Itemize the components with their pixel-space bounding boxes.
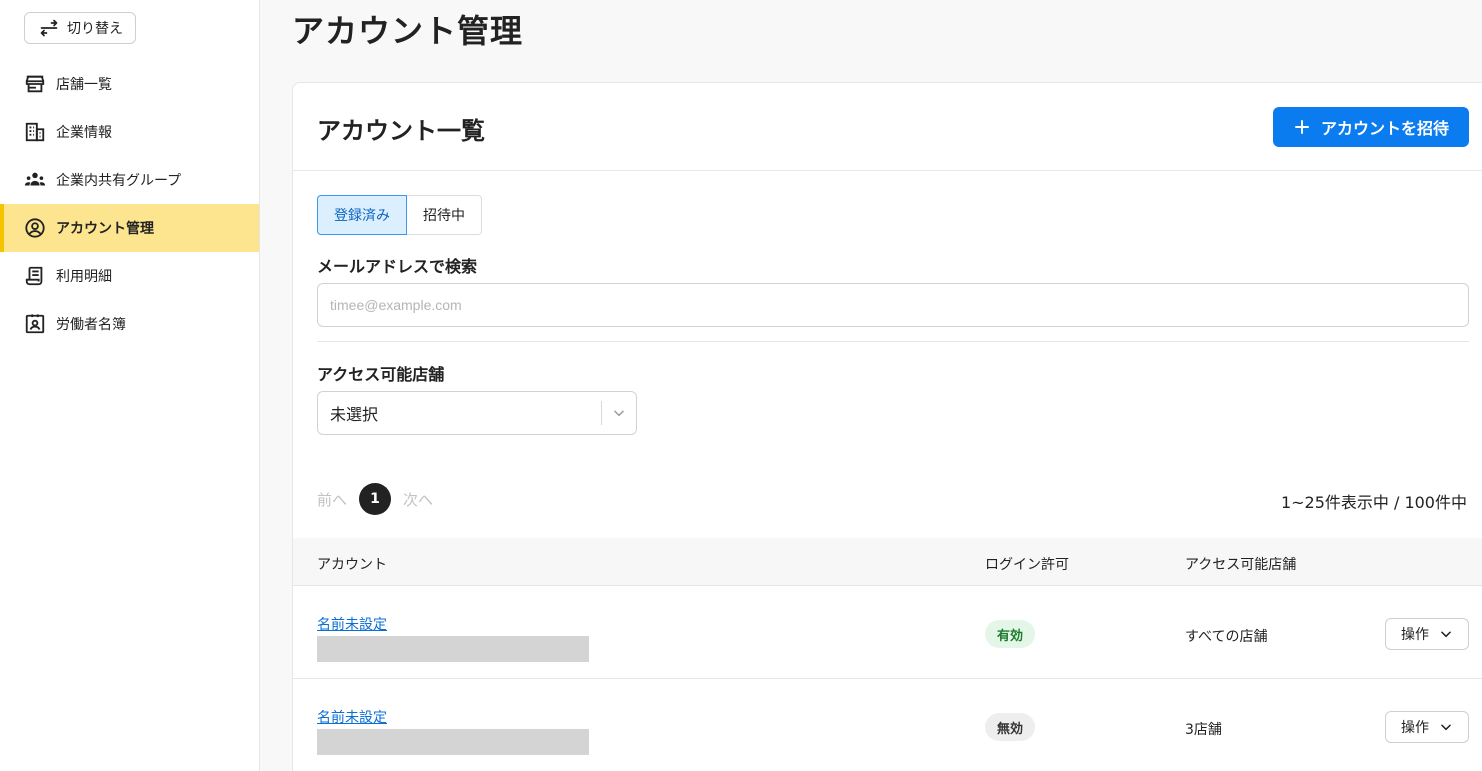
access-stores: すべての店舗 xyxy=(1185,629,1268,645)
group-icon xyxy=(24,172,46,186)
store-filter-label: アクセス可能店舗 xyxy=(317,365,445,384)
next-page-button[interactable]: 次へ xyxy=(403,489,433,510)
account-circle-icon xyxy=(25,218,45,238)
sidebar-item-worker-register[interactable]: 労働者名簿 xyxy=(0,300,259,348)
sidebar: 切り替え 店舗一覧 企業情報 企業内共有グループ アカウント管理 利用明細 労働… xyxy=(0,0,260,771)
sidebar-item-label: アカウント管理 xyxy=(56,221,154,237)
sidebar-item-billing[interactable]: 利用明細 xyxy=(0,252,259,300)
invite-account-button[interactable]: アカウントを招待 xyxy=(1273,107,1469,147)
divider xyxy=(317,341,1469,342)
sidebar-item-account-management[interactable]: アカウント管理 xyxy=(0,204,259,252)
actions-dropdown-button[interactable]: 操作 xyxy=(1385,711,1469,743)
access-stores: 3店舗 xyxy=(1185,722,1222,738)
prev-page-button[interactable]: 前へ xyxy=(317,489,347,510)
sidebar-item-store-list[interactable]: 店舗一覧 xyxy=(0,60,259,108)
store-filter-value: 未選択 xyxy=(330,405,379,424)
tab-registered[interactable]: 登録済み xyxy=(317,195,407,235)
sidebar-item-label: 企業情報 xyxy=(56,125,112,141)
redacted-email xyxy=(317,729,589,755)
contact-card-icon xyxy=(25,314,45,334)
sidebar-item-label: 企業内共有グループ xyxy=(56,173,182,189)
column-header-login: ログイン許可 xyxy=(985,557,1069,573)
actions-dropdown-button[interactable]: 操作 xyxy=(1385,618,1469,650)
sidebar-item-label: 労働者名簿 xyxy=(56,317,126,333)
table-row: 名前未設定 無効 3店舗 操作 xyxy=(293,679,1482,771)
pagination: 前へ 1 次へ xyxy=(317,483,433,515)
receipt-icon xyxy=(25,266,43,286)
sidebar-item-shared-groups[interactable]: 企業内共有グループ xyxy=(0,156,259,204)
actions-label: 操作 xyxy=(1401,627,1429,643)
redacted-email xyxy=(317,636,589,662)
store-icon xyxy=(25,75,45,93)
column-header-account: アカウント xyxy=(317,557,387,573)
swap-arrows-icon xyxy=(40,19,58,37)
switch-button[interactable]: 切り替え xyxy=(24,12,136,44)
result-count: 1~25件表示中 / 100件中 xyxy=(1280,493,1467,512)
chevron-down-icon xyxy=(1441,724,1451,731)
store-filter-select[interactable]: 未選択 xyxy=(317,391,637,435)
sidebar-item-label: 利用明細 xyxy=(56,269,112,285)
account-name-link[interactable]: 名前未設定 xyxy=(317,707,387,727)
page-number-current[interactable]: 1 xyxy=(359,483,392,515)
card-title: アカウント一覧 xyxy=(317,117,485,145)
sidebar-item-company-info[interactable]: 企業情報 xyxy=(0,108,259,156)
table-header: アカウント ログイン許可 アクセス可能店舗 xyxy=(293,538,1482,586)
table-row: 名前未設定 有効 すべての店舗 操作 xyxy=(293,586,1482,679)
sidebar-nav: 店舗一覧 企業情報 企業内共有グループ アカウント管理 利用明細 労働者名簿 xyxy=(0,60,259,348)
account-name-link[interactable]: 名前未設定 xyxy=(317,614,387,634)
card-header: アカウント一覧 アカウントを招待 xyxy=(293,83,1482,171)
plus-icon xyxy=(1295,120,1309,134)
actions-label: 操作 xyxy=(1401,720,1429,736)
status-tabs: 登録済み 招待中 xyxy=(317,195,482,235)
search-label: メールアドレスで検索 xyxy=(317,257,478,276)
status-badge: 無効 xyxy=(985,713,1036,741)
invite-label: アカウントを招待 xyxy=(1320,119,1449,138)
account-list-card: アカウント一覧 アカウントを招待 登録済み 招待中 メールアドレスで検索 アクセ… xyxy=(292,82,1482,771)
email-search-input[interactable] xyxy=(317,283,1469,327)
tab-invited[interactable]: 招待中 xyxy=(407,195,482,235)
status-badge: 有効 xyxy=(985,620,1036,648)
page-title: アカウント管理 xyxy=(292,12,524,50)
chevron-down-icon xyxy=(1441,631,1451,638)
chevron-down-icon xyxy=(602,406,636,420)
account-table: アカウント ログイン許可 アクセス可能店舗 名前未設定 有効 すべての店舗 操作… xyxy=(293,538,1482,771)
building-icon xyxy=(25,122,45,142)
sidebar-item-label: 店舗一覧 xyxy=(56,77,112,93)
switch-label: 切り替え xyxy=(67,21,123,37)
column-header-stores: アクセス可能店舗 xyxy=(1185,557,1297,573)
